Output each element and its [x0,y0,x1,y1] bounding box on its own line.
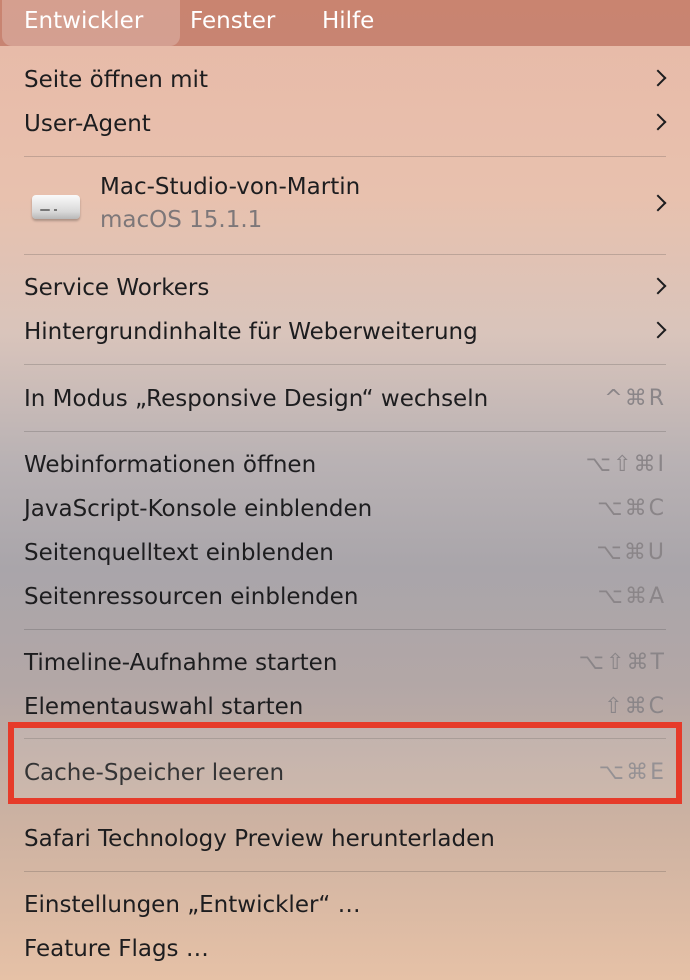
menu-item-label: Service Workers [24,275,210,301]
menu-item-developer-settings[interactable]: Einstellungen „Entwickler“ … [0,883,690,927]
menu-item-service-workers[interactable]: Service Workers [0,266,690,310]
menu-separator [24,254,666,255]
developer-menu: Seite öffnen mit User-Agent Mac-Studio-v… [0,46,690,980]
menu-separator [24,871,666,872]
menubar-fenster[interactable]: Fenster [168,0,297,46]
menu-item-label: Timeline-Aufnahme starten [24,650,338,676]
menu-item-label: Seitenressourcen einblenden [24,584,359,610]
shortcut-label: ⌥⌘A [597,584,666,609]
menu-item-label: User-Agent [24,111,151,137]
shortcut-label: ⌥⇧⌘T [578,650,666,675]
menu-item-open-page-with[interactable]: Seite öffnen mit [0,58,690,102]
device-os: macOS 15.1.1 [100,207,263,233]
menu-item-label: Feature Flags … [24,936,209,962]
device-name: Mac-Studio-von-Martin [100,174,361,200]
menu-item-label: Safari Technology Preview herunterladen [24,826,495,852]
menu-separator [24,431,666,432]
menu-item-web-inspector[interactable]: Webinformationen öffnen ⌥⇧⌘I [0,443,690,487]
menu-item-label: Einstellungen „Entwickler“ … [24,892,361,918]
menu-item-device[interactable]: Mac-Studio-von-Martin macOS 15.1.1 [0,160,690,240]
menu-item-label: JavaScript-Konsole einblenden [24,496,373,522]
menu-item-responsive-design[interactable]: In Modus „Responsive Design“ wechseln ^⌘… [0,377,690,421]
shortcut-label: ⌥⌘U [596,540,666,565]
menu-bar: Entwickler Fenster Hilfe [0,0,690,46]
shortcut-label: ⌥⌘C [597,496,666,521]
menu-item-label: Hintergrundinhalte für Weberweiterung [24,319,478,345]
mac-studio-icon [32,195,80,219]
shortcut-label: ^⌘R [604,386,666,411]
menu-item-page-source[interactable]: Seitenquelltext einblenden ⌥⌘U [0,531,690,575]
menu-item-background-content[interactable]: Hintergrundinhalte für Weberweiterung [0,310,690,354]
chevron-right-icon [649,321,667,339]
menu-item-label: Seitenquelltext einblenden [24,540,334,566]
menu-separator [24,156,666,157]
menu-item-js-console[interactable]: JavaScript-Konsole einblenden ⌥⌘C [0,487,690,531]
menu-item-download-stp[interactable]: Safari Technology Preview herunterladen [0,817,690,861]
menu-item-label: Seite öffnen mit [24,67,208,93]
shortcut-label: ⌥⇧⌘I [585,452,666,477]
menu-item-feature-flags[interactable]: Feature Flags … [0,927,690,971]
chevron-right-icon [649,194,667,212]
menubar-entwickler[interactable]: Entwickler [2,0,180,46]
chevron-right-icon [649,69,667,87]
menu-item-label: Webinformationen öffnen [24,452,317,478]
menu-item-user-agent[interactable]: User-Agent [0,102,690,146]
menu-item-timeline-recording[interactable]: Timeline-Aufnahme starten ⌥⇧⌘T [0,641,690,685]
menubar-hilfe[interactable]: Hilfe [300,0,396,46]
menu-item-page-resources[interactable]: Seitenressourcen einblenden ⌥⌘A [0,575,690,619]
chevron-right-icon [649,113,667,131]
highlight-box [8,722,682,804]
chevron-right-icon [649,277,667,295]
menu-separator [24,629,666,630]
menu-separator [24,364,666,365]
menu-item-label: In Modus „Responsive Design“ wechseln [24,386,489,412]
